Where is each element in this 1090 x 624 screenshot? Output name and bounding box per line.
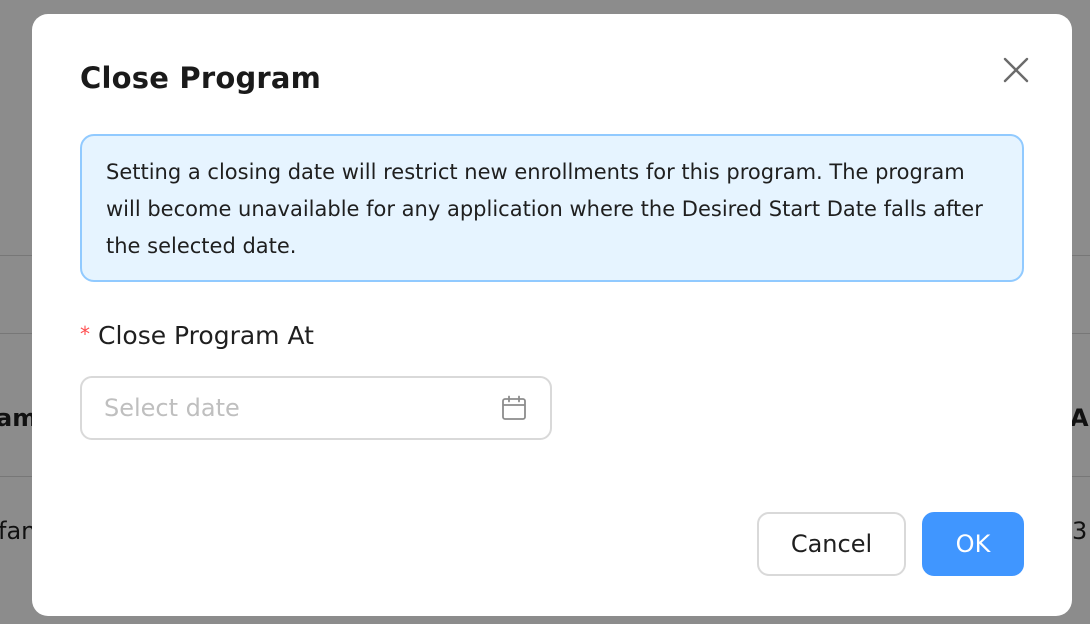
- required-marker: *: [80, 322, 90, 346]
- close-program-dialog: Close Program Setting a closing date wil…: [32, 14, 1072, 616]
- date-picker[interactable]: [80, 376, 552, 440]
- date-input[interactable]: [104, 394, 500, 422]
- ok-button[interactable]: OK: [922, 512, 1024, 576]
- dialog-title: Close Program: [80, 61, 322, 95]
- close-icon: [1003, 57, 1029, 83]
- calendar-icon[interactable]: [500, 394, 528, 422]
- info-alert-text: Setting a closing date will restrict new…: [106, 160, 983, 258]
- info-alert: Setting a closing date will restrict new…: [80, 134, 1024, 282]
- field-label-text: Close Program At: [98, 321, 314, 350]
- cancel-button[interactable]: Cancel: [757, 512, 906, 576]
- close-program-at-label: * Close Program At: [80, 318, 314, 354]
- close-button[interactable]: [998, 52, 1034, 88]
